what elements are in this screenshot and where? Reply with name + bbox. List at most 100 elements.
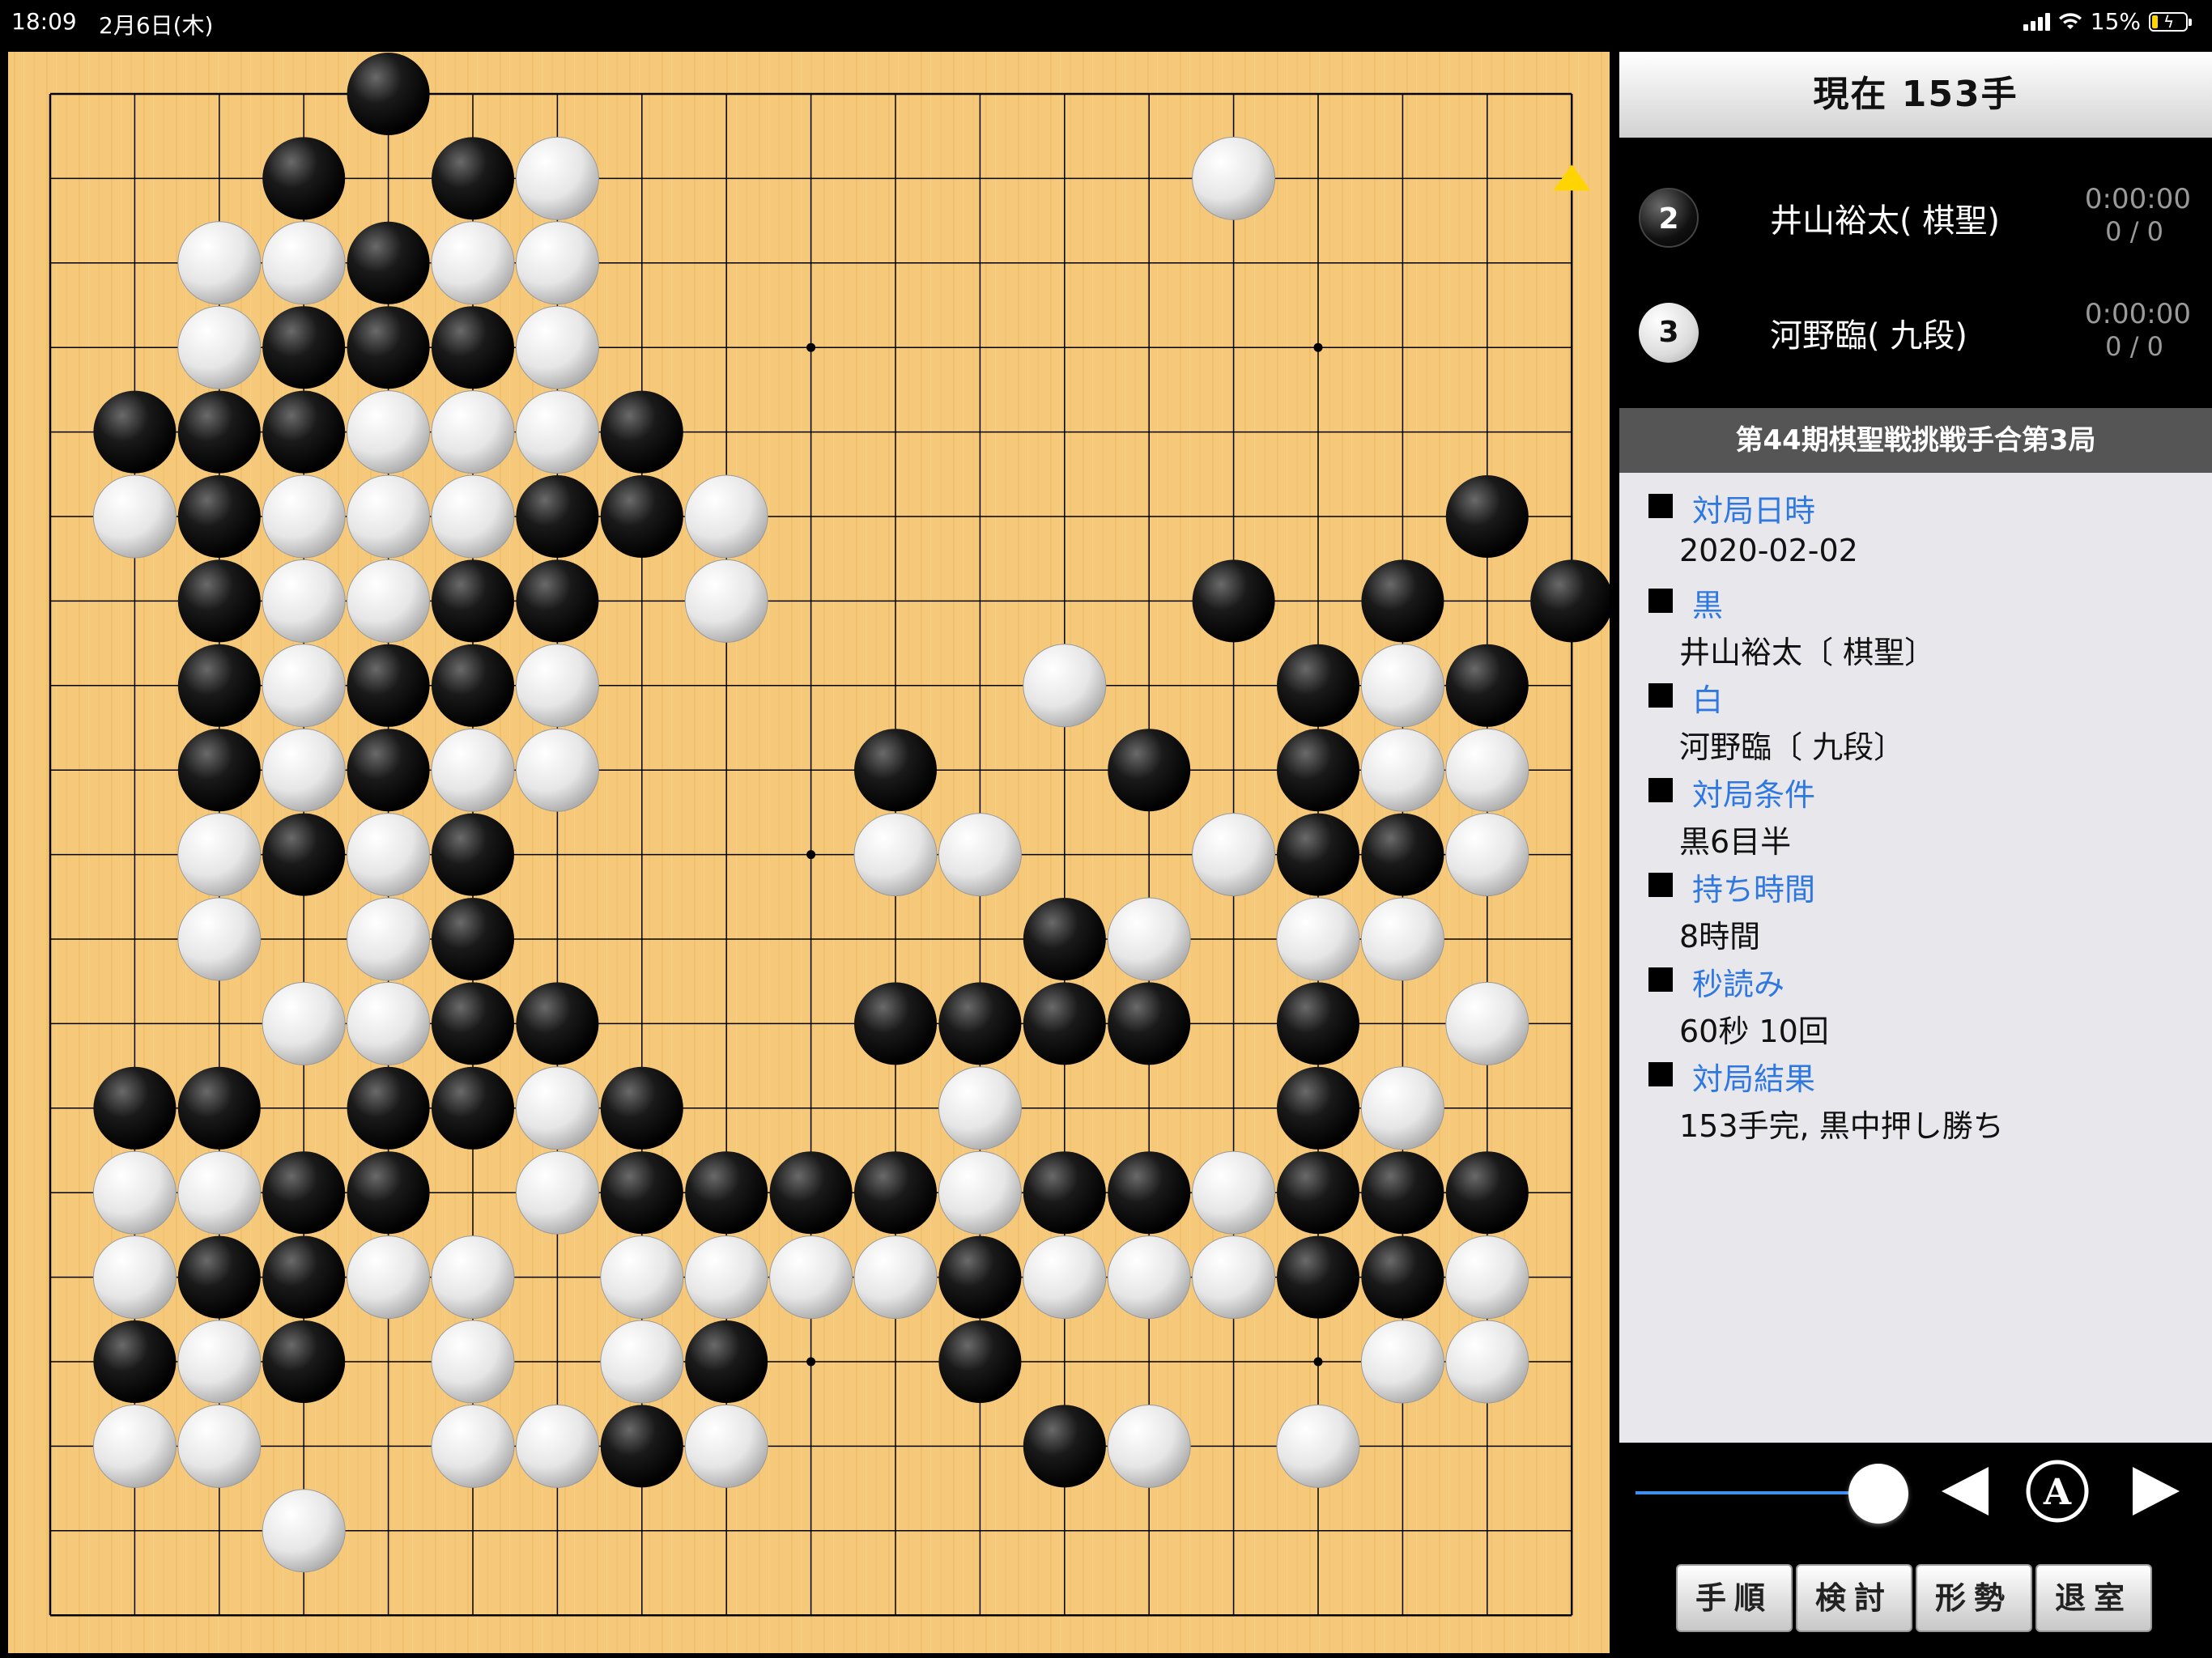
go-board-svg[interactable] (8, 52, 1610, 1653)
game-info-list: 対局日時 2020-02-02 黒 井山裕太〔 棋聖〕 白 河野臨〔 九段〕 対… (1619, 473, 2212, 1443)
info-label[interactable]: 白 (1692, 675, 1723, 720)
white-stone (1445, 728, 1529, 812)
black-stone (262, 813, 346, 896)
bullet-square-icon (1648, 967, 1673, 992)
black-stone (938, 1320, 1022, 1403)
info-label[interactable]: 対局条件 (1692, 770, 1815, 814)
bullet-square-icon (1648, 683, 1673, 708)
black-stone (347, 644, 430, 727)
status-bar: 18:09 2月6日(木) 15% ϟ (0, 0, 2212, 47)
black-stone (262, 306, 346, 389)
white-stone (684, 559, 768, 643)
black-stone (600, 1151, 683, 1235)
white-stone (431, 474, 515, 559)
move-slider-knob[interactable] (1848, 1464, 1908, 1524)
black-stone (600, 1066, 683, 1150)
white-stone (1276, 897, 1360, 981)
auto-play-icon[interactable]: A (2021, 1459, 2094, 1524)
white-stone (177, 897, 262, 981)
white-stone (853, 813, 938, 897)
bullet-square-icon (1648, 589, 1673, 613)
star-point (806, 850, 816, 860)
black-stone (600, 390, 683, 474)
white-stone (1445, 813, 1529, 897)
info-label[interactable]: 持ち時間 (1692, 865, 1815, 909)
black-stone (1361, 1235, 1444, 1319)
black-stone (347, 1151, 430, 1235)
captures-badge-black: 2 (1639, 188, 1699, 248)
byoyomi-black: 0 / 0 (2105, 216, 2163, 247)
captures-badge-white: 3 (1639, 303, 1699, 363)
black-stone (938, 982, 1022, 1065)
white-stone (1023, 1235, 1107, 1320)
black-stone (93, 1320, 177, 1403)
white-stone (684, 1404, 768, 1488)
white-stone (177, 813, 262, 897)
black-stone (600, 475, 683, 558)
star-point (1313, 342, 1323, 352)
white-stone (431, 390, 515, 474)
white-stone (515, 1066, 599, 1150)
info-row-conditions: 対局条件 黒6目半 (1619, 757, 2212, 860)
black-stone (1445, 644, 1529, 727)
black-stone (177, 1235, 261, 1319)
white-stone (177, 1320, 262, 1404)
white-stone (431, 221, 515, 305)
white-stone (1276, 1404, 1360, 1488)
white-stone (92, 1150, 177, 1235)
black-stone (432, 813, 514, 896)
review-button[interactable]: 検討 (1796, 1564, 1912, 1632)
black-stone (93, 390, 177, 474)
info-label[interactable]: 秒読み (1692, 959, 1784, 1004)
position-evaluation-button[interactable]: 形勢 (1916, 1564, 2032, 1632)
bottom-button-bar: 手順 検討 形勢 退室 (1676, 1564, 2152, 1632)
black-stone (685, 1151, 768, 1235)
white-stone (262, 474, 346, 559)
black-stone (177, 644, 261, 727)
current-move-title: 現在 153手 (1619, 52, 2212, 138)
black-stone (432, 644, 514, 727)
black-stone (1108, 982, 1191, 1065)
black-stone (938, 1235, 1022, 1319)
white-stone (684, 474, 768, 559)
white-stone (515, 221, 599, 305)
info-label[interactable]: 黒 (1692, 580, 1723, 625)
white-stone (769, 1235, 853, 1320)
black-stone (1023, 1151, 1106, 1235)
black-stone (1108, 729, 1191, 812)
white-stone (262, 559, 346, 643)
info-label[interactable]: 対局結果 (1692, 1054, 1815, 1099)
info-row-byoyomi: 秒読み 60秒 10回 (1619, 946, 2212, 1049)
star-point (806, 1357, 816, 1367)
move-order-button[interactable]: 手順 (1676, 1564, 1793, 1632)
white-stone (1192, 1235, 1276, 1320)
move-slider-track[interactable] (1636, 1491, 1878, 1494)
next-move-icon[interactable] (2128, 1459, 2184, 1524)
wifi-icon (2058, 12, 2082, 29)
white-stone (684, 1235, 768, 1320)
white-stone (347, 559, 431, 643)
black-stone (262, 390, 346, 474)
white-stone (262, 221, 346, 305)
previous-move-icon[interactable] (1937, 1459, 1993, 1524)
white-stone (1445, 981, 1529, 1065)
leave-room-button[interactable]: 退室 (2035, 1564, 2152, 1632)
white-stone (431, 1320, 515, 1404)
status-time: 18:09 (11, 8, 77, 35)
black-stone (432, 137, 514, 220)
black-stone (347, 221, 430, 304)
black-stone (1361, 559, 1444, 643)
info-label[interactable]: 対局日時 (1692, 486, 1815, 530)
white-stone (347, 474, 431, 559)
white-stone (938, 1150, 1022, 1235)
black-stone (177, 390, 261, 474)
white-stone (1192, 136, 1276, 220)
black-stone (262, 1235, 346, 1319)
black-stone (177, 475, 261, 558)
player-clock-black: 0:00:00 0 / 0 (2085, 183, 2191, 248)
go-board[interactable] (8, 52, 1610, 1653)
black-stone (177, 1066, 261, 1150)
white-stone (177, 221, 262, 305)
black-stone (347, 1066, 430, 1150)
bullet-square-icon (1648, 494, 1673, 518)
